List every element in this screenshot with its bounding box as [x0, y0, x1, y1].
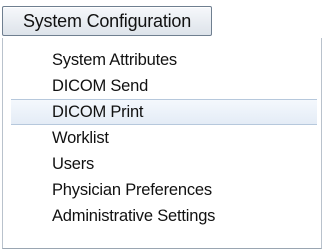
menu-item-physician-preferences[interactable]: Physician Preferences	[3, 177, 321, 203]
menu-item-dicom-print[interactable]: DICOM Print	[11, 99, 317, 125]
menu-item-administrative-settings[interactable]: Administrative Settings	[3, 203, 321, 229]
menu-item-worklist[interactable]: Worklist	[3, 125, 321, 151]
menu-list: System Attributes DICOM Send DICOM Print…	[3, 38, 321, 229]
system-configuration-menu: System Configuration System Attributes D…	[0, 0, 328, 250]
menu-item-users[interactable]: Users	[3, 151, 321, 177]
system-configuration-menu-button[interactable]: System Configuration	[2, 6, 212, 36]
menu-item-system-attributes[interactable]: System Attributes	[3, 47, 321, 73]
menu-item-dicom-send[interactable]: DICOM Send	[3, 73, 321, 99]
dropdown-panel: System Attributes DICOM Send DICOM Print…	[2, 38, 322, 249]
